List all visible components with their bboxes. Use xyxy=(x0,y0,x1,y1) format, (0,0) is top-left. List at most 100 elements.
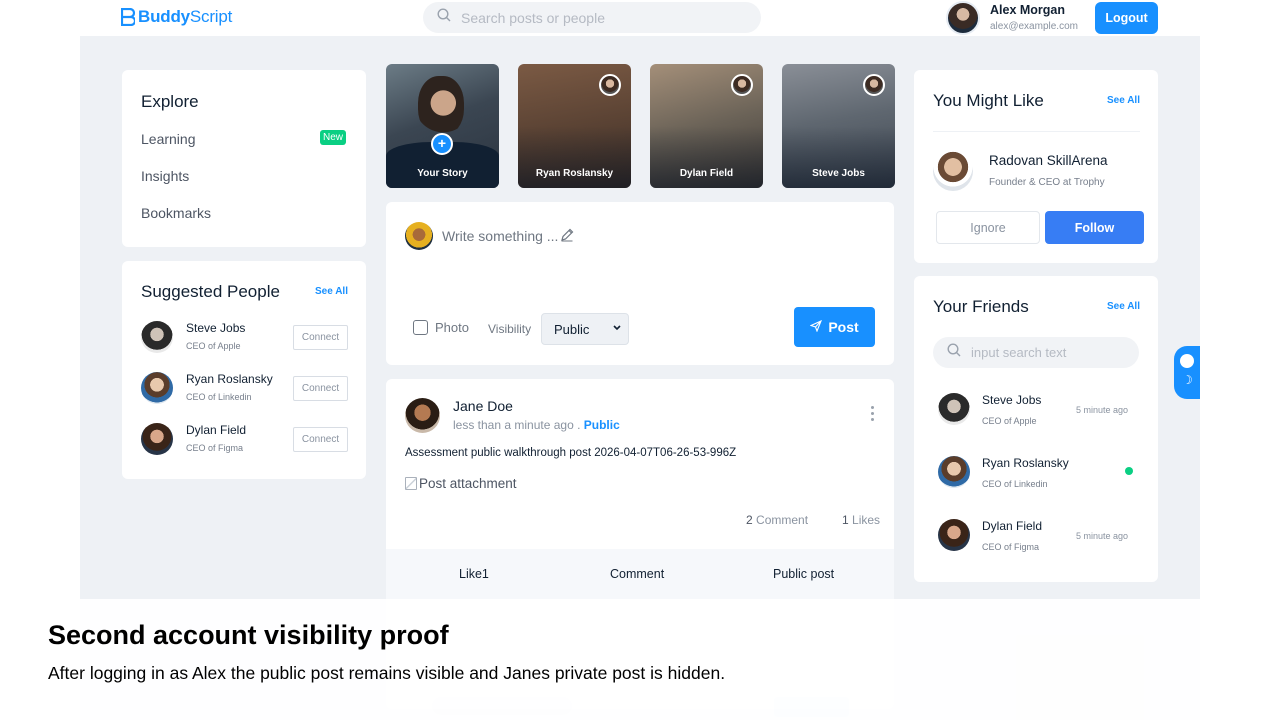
sun-icon xyxy=(1180,354,1194,368)
person-role: CEO of Linkedin xyxy=(186,392,252,402)
friend-role: CEO of Apple xyxy=(982,416,1037,426)
friend-role: CEO of Figma xyxy=(982,542,1040,552)
logo[interactable]: BuddyScript xyxy=(121,7,232,27)
post-button[interactable]: Post xyxy=(794,307,875,347)
story-card-your-story[interactable]: + Your Story xyxy=(386,64,499,188)
post-time: less than a minute ago . xyxy=(453,418,581,432)
broken-image-icon xyxy=(405,477,417,490)
visibility-select[interactable]: Public xyxy=(541,313,629,345)
friends-search-input[interactable] xyxy=(971,345,1131,360)
your-friends-card: Your Friends See All Steve Jobs CEO of A… xyxy=(914,276,1158,582)
online-indicator xyxy=(1125,467,1133,475)
top-bar: BuddyScript Alex Morgan alex@example.com… xyxy=(0,0,1280,36)
post-attachment: Post attachment xyxy=(405,476,517,491)
suggested-title: Suggested People xyxy=(141,282,280,301)
friend-name[interactable]: Dylan Field xyxy=(982,519,1042,533)
friends-title: Your Friends xyxy=(933,297,1029,316)
caption-overlay: Second account visibility proof After lo… xyxy=(0,599,1280,720)
search-icon xyxy=(437,8,451,27)
story-photo xyxy=(418,76,464,136)
friend-last-seen: 5 minute ago xyxy=(1076,531,1129,541)
explore-card: Explore Learning New Insights Bookmarks xyxy=(122,70,366,247)
avatar[interactable] xyxy=(938,519,970,551)
post-meta: less than a minute ago . Public xyxy=(453,418,620,432)
friend-name[interactable]: Steve Jobs xyxy=(982,393,1041,407)
post-author[interactable]: Jane Doe xyxy=(453,398,513,414)
attachment-alt: Post attachment xyxy=(419,476,517,491)
person-role: CEO of Figma xyxy=(186,443,244,453)
follow-button[interactable]: Follow xyxy=(1045,211,1144,244)
logo-text: BuddyScript xyxy=(138,7,233,26)
person-name[interactable]: Dylan Field xyxy=(186,423,246,437)
person-name[interactable]: Ryan Roslansky xyxy=(186,372,273,386)
suggested-user-name[interactable]: Radovan SkillArena xyxy=(989,153,1108,168)
friends-search[interactable] xyxy=(933,337,1139,368)
user-avatar[interactable] xyxy=(946,1,980,35)
global-search[interactable] xyxy=(423,2,761,33)
story-name: Dylan Field xyxy=(679,168,734,179)
avatar[interactable] xyxy=(933,151,973,191)
friend-role: CEO of Linkedin xyxy=(982,479,1048,489)
divider xyxy=(933,131,1140,132)
suggested-people-card: Suggested People See All Steve Jobs CEO … xyxy=(122,261,366,479)
connect-button[interactable]: Connect xyxy=(293,325,348,350)
avatar[interactable] xyxy=(938,456,970,488)
search-input[interactable] xyxy=(461,9,741,26)
like-count[interactable]: 1 Likes xyxy=(842,513,880,527)
avatar[interactable] xyxy=(141,423,173,455)
user-name: Alex Morgan xyxy=(990,3,1066,17)
search-icon xyxy=(947,343,961,362)
user-email: alex@example.com xyxy=(990,21,1078,32)
avatar xyxy=(405,222,433,250)
nav-item-learning[interactable]: Learning xyxy=(141,131,196,147)
ignore-button[interactable]: Ignore xyxy=(936,211,1040,244)
more-options-icon[interactable] xyxy=(870,406,876,424)
story-avatar xyxy=(599,74,621,96)
story-card[interactable]: Steve Jobs xyxy=(782,64,895,188)
avatar[interactable] xyxy=(141,321,173,353)
like-button[interactable]: Like1 xyxy=(459,567,489,581)
plus-icon[interactable]: + xyxy=(431,133,453,155)
avatar[interactable] xyxy=(938,393,970,425)
story-avatar xyxy=(863,74,885,96)
logout-button[interactable]: Logout xyxy=(1095,2,1158,34)
comment-count[interactable]: 2 Comment xyxy=(746,513,808,527)
post-composer: Write something ... Photo Visibility Pub… xyxy=(386,202,894,365)
story-name: Steve Jobs xyxy=(812,168,865,179)
photo-checkbox[interactable] xyxy=(413,320,428,335)
chevron-down-icon xyxy=(612,321,622,338)
pencil-icon xyxy=(560,228,574,247)
friends-see-all-link[interactable]: See All xyxy=(1107,301,1140,312)
story-card[interactable]: Dylan Field xyxy=(650,64,763,188)
logo-icon xyxy=(121,8,135,26)
caption-text: After logging in as Alex the public post… xyxy=(48,663,726,683)
story-name: Ryan Roslansky xyxy=(535,168,614,179)
story-avatar xyxy=(731,74,753,96)
might-like-see-all-link[interactable]: See All xyxy=(1107,95,1140,106)
avatar[interactable] xyxy=(141,372,173,404)
theme-toggle[interactable]: ☽ xyxy=(1174,346,1200,399)
photo-label[interactable]: Photo xyxy=(435,320,469,335)
person-name[interactable]: Steve Jobs xyxy=(186,321,245,335)
nav-item-insights[interactable]: Insights xyxy=(141,168,189,184)
visibility-value: Public xyxy=(554,322,590,337)
connect-button[interactable]: Connect xyxy=(293,427,348,452)
story-card[interactable]: Ryan Roslansky xyxy=(518,64,631,188)
friend-name[interactable]: Ryan Roslansky xyxy=(982,456,1069,470)
suggested-user-role: Founder & CEO at Trophy xyxy=(989,177,1105,188)
avatar[interactable] xyxy=(405,398,440,433)
caption-title: Second account visibility proof xyxy=(48,620,449,650)
visibility-button[interactable]: Public post xyxy=(773,567,834,581)
composer-input[interactable]: Write something ... xyxy=(442,228,558,244)
might-like-title: You Might Like xyxy=(933,91,1044,110)
comment-button[interactable]: Comment xyxy=(610,567,664,581)
suggested-see-all-link[interactable]: See All xyxy=(315,286,348,297)
connect-button[interactable]: Connect xyxy=(293,376,348,401)
moon-icon: ☽ xyxy=(1182,373,1193,387)
person-role: CEO of Apple xyxy=(186,341,241,351)
you-might-like-card: You Might Like See All Radovan SkillAren… xyxy=(914,70,1158,263)
send-icon xyxy=(809,319,823,335)
nav-item-bookmarks[interactable]: Bookmarks xyxy=(141,205,211,221)
visibility-label: Visibility xyxy=(488,322,532,336)
friend-last-seen: 5 minute ago xyxy=(1076,405,1129,415)
